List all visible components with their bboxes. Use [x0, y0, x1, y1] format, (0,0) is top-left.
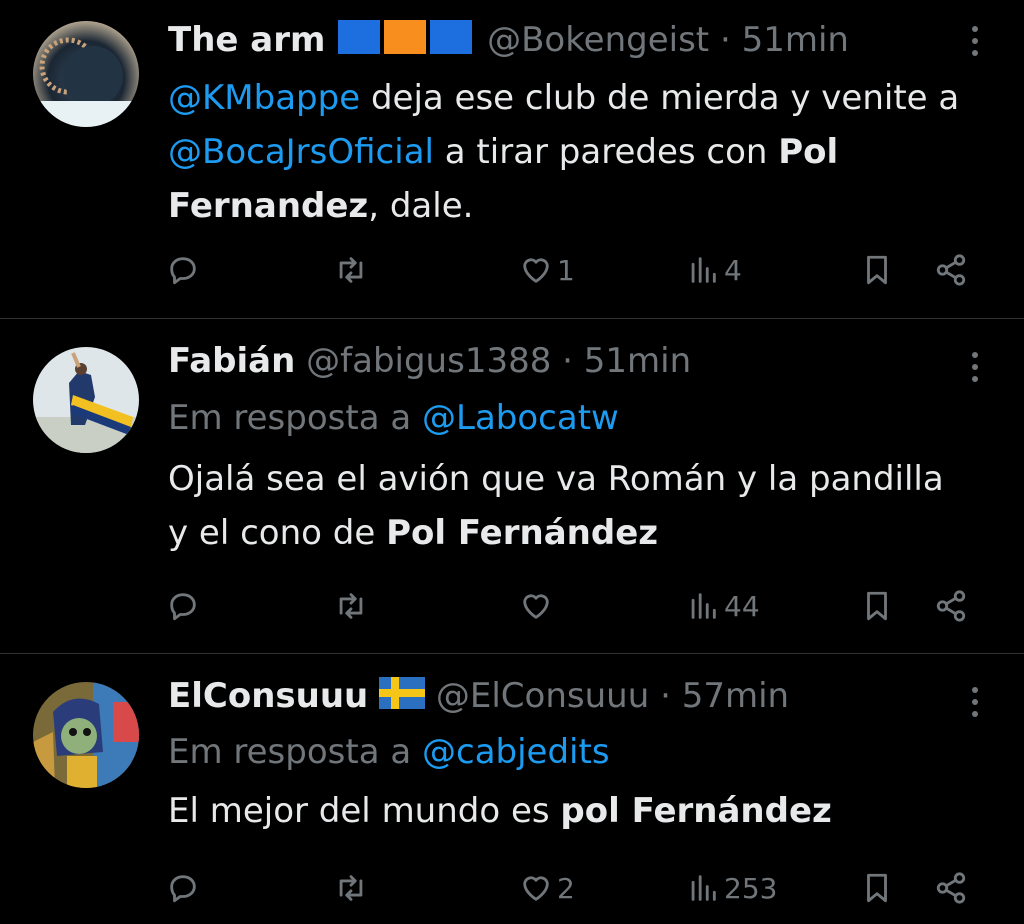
flag-emoji-icon [336, 20, 476, 63]
bookmark-icon [867, 255, 887, 285]
timestamp[interactable]: 57min [682, 676, 789, 716]
share-button[interactable] [934, 586, 968, 626]
reply-to-mention[interactable]: @Labocatw [422, 398, 619, 438]
like-icon [523, 258, 549, 283]
views-icon [691, 875, 716, 901]
like-count: 1 [557, 253, 575, 287]
bookmark-button[interactable] [860, 586, 894, 626]
separator-dot: · [562, 341, 573, 381]
retweet-button[interactable] [334, 868, 368, 908]
tweet-text: @KMbappe deja ese club de mierda y venit… [168, 71, 964, 233]
reply-icon [170, 593, 196, 621]
like-button[interactable]: 2 [519, 868, 575, 908]
tweet-text-part: a tirar paredes con [433, 132, 779, 172]
timestamp[interactable]: 51min [584, 341, 691, 381]
reply-label: Em resposta a [168, 732, 422, 772]
action-bar: 1 4 [164, 250, 984, 290]
bookmark-button[interactable] [860, 250, 894, 290]
bookmark-icon [867, 591, 887, 621]
separator-dot: · [660, 676, 671, 716]
tweet-text-bold: pol Fernández [560, 791, 832, 831]
reply-context: Em resposta a @Labocatw [168, 398, 964, 438]
views-count: 44 [724, 589, 760, 623]
avatar[interactable] [33, 347, 139, 453]
views-icon [691, 257, 716, 283]
tweet-text: Ojalá sea el avión que va Román y la pan… [168, 452, 964, 560]
share-icon [936, 872, 966, 904]
avatar[interactable] [33, 21, 139, 127]
more-icon[interactable] [972, 26, 984, 62]
like-button[interactable]: 1 [519, 250, 575, 290]
timestamp[interactable]: 51min [742, 20, 849, 60]
tweet[interactable]: ElConsuuu @ElConsuuu · 57min Em resposta… [0, 654, 1024, 924]
reply-icon [170, 875, 196, 903]
share-icon [936, 254, 966, 286]
views-button[interactable]: 4 [686, 250, 742, 290]
tweet-header: Fabián @fabigus1388 · 51min [168, 341, 964, 381]
mention-link[interactable]: @BocaJrsOficial [168, 132, 434, 172]
reply-context: Em resposta a @cabjedits [168, 732, 964, 772]
like-icon [523, 876, 549, 901]
views-button[interactable]: 253 [686, 868, 777, 908]
bookmark-button[interactable] [860, 868, 894, 908]
retweet-button[interactable] [334, 250, 368, 290]
tweet-text: El mejor del mundo es pol Fernández [168, 784, 964, 838]
avatar[interactable] [33, 682, 139, 788]
retweet-button[interactable] [334, 586, 368, 626]
like-icon [523, 594, 549, 619]
tweet-text-bold: Pol Fernández [386, 513, 659, 553]
reply-button[interactable] [166, 250, 200, 290]
reply-icon [170, 257, 196, 285]
share-button[interactable] [934, 250, 968, 290]
sweden-flag-icon [379, 677, 426, 718]
reply-label: Em resposta a [168, 398, 422, 438]
tweet-header: The arm @Bokengeist · 51min [168, 20, 964, 63]
user-handle[interactable]: @fabigus1388 [306, 341, 551, 381]
views-icon [691, 593, 716, 619]
like-button[interactable] [519, 586, 557, 626]
more-icon[interactable] [972, 687, 984, 723]
tweet[interactable]: Fabián @fabigus1388 · 51min Em resposta … [0, 319, 1024, 653]
tweet-text-part: deja ese club de mierda y venite a [360, 78, 960, 118]
tweet-text-part: , dale. [368, 186, 474, 226]
mention-link[interactable]: @KMbappe [168, 78, 360, 118]
display-name[interactable]: The arm [168, 20, 325, 60]
action-bar: 44 [164, 586, 984, 626]
tweet-header: ElConsuuu @ElConsuuu · 57min [168, 676, 964, 718]
action-bar: 2 253 [164, 868, 984, 908]
display-name[interactable]: Fabián [168, 341, 295, 381]
reply-button[interactable] [166, 868, 200, 908]
user-handle[interactable]: @ElConsuuu [436, 676, 649, 716]
tweet-text-part: El mejor del mundo es [168, 791, 561, 831]
views-button[interactable]: 44 [686, 586, 760, 626]
bookmark-icon [867, 873, 887, 903]
views-count: 4 [724, 253, 742, 287]
reply-to-mention[interactable]: @cabjedits [422, 732, 610, 772]
user-handle[interactable]: @Bokengeist [487, 20, 709, 60]
tweet[interactable]: The arm @Bokengeist · 51min @KMbappe dej… [0, 0, 1024, 318]
more-icon[interactable] [972, 352, 984, 388]
retweet-icon [339, 257, 363, 283]
reply-button[interactable] [166, 586, 200, 626]
separator-dot: · [719, 20, 731, 60]
share-icon [936, 590, 966, 622]
views-count: 253 [724, 871, 778, 905]
display-name[interactable]: ElConsuuu [168, 676, 368, 716]
share-button[interactable] [934, 868, 968, 908]
retweet-icon [339, 875, 363, 901]
retweet-icon [339, 593, 363, 619]
like-count: 2 [557, 871, 575, 905]
